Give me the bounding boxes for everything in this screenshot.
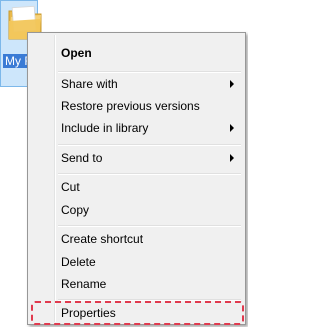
menu-item-label: Delete bbox=[61, 255, 96, 269]
submenu-arrow-icon bbox=[230, 80, 234, 88]
menu-item-label: Properties bbox=[61, 306, 116, 320]
menu-item-rename[interactable]: Rename bbox=[31, 273, 242, 295]
menu-item-properties[interactable]: Properties bbox=[31, 301, 244, 325]
menu-item-label: Copy bbox=[61, 203, 90, 217]
menu-item-label: Restore previous versions bbox=[61, 99, 200, 113]
menu-item-include-in-library[interactable]: Include in library bbox=[31, 117, 242, 139]
desktop: My F Open Share with Restore previous ve… bbox=[0, 0, 248, 327]
menu-separator bbox=[58, 225, 241, 227]
menu-item-create-shortcut[interactable]: Create shortcut bbox=[31, 228, 242, 250]
menu-separator bbox=[58, 144, 241, 146]
context-menu: Open Share with Restore previous version… bbox=[27, 32, 246, 325]
menu-item-open[interactable]: Open bbox=[31, 42, 242, 64]
menu-item-label: Share with bbox=[61, 77, 118, 91]
menu-item-copy[interactable]: Copy bbox=[31, 199, 242, 221]
menu-item-restore-previous-versions[interactable]: Restore previous versions bbox=[31, 95, 242, 117]
menu-item-label: Rename bbox=[61, 277, 107, 291]
menu-item-delete[interactable]: Delete bbox=[31, 251, 242, 273]
submenu-arrow-icon bbox=[230, 154, 234, 162]
menu-item-share-with[interactable]: Share with bbox=[31, 73, 242, 95]
menu-item-label: Include in library bbox=[61, 121, 149, 135]
menu-item-label: Open bbox=[61, 46, 92, 60]
menu-separator bbox=[58, 173, 241, 175]
menu-item-cut[interactable]: Cut bbox=[31, 176, 242, 198]
menu-item-send-to[interactable]: Send to bbox=[31, 147, 242, 169]
menu-item-label: Send to bbox=[61, 151, 103, 165]
menu-item-label: Create shortcut bbox=[61, 232, 144, 246]
menu-item-label: Cut bbox=[61, 180, 80, 194]
submenu-arrow-icon bbox=[230, 124, 234, 132]
